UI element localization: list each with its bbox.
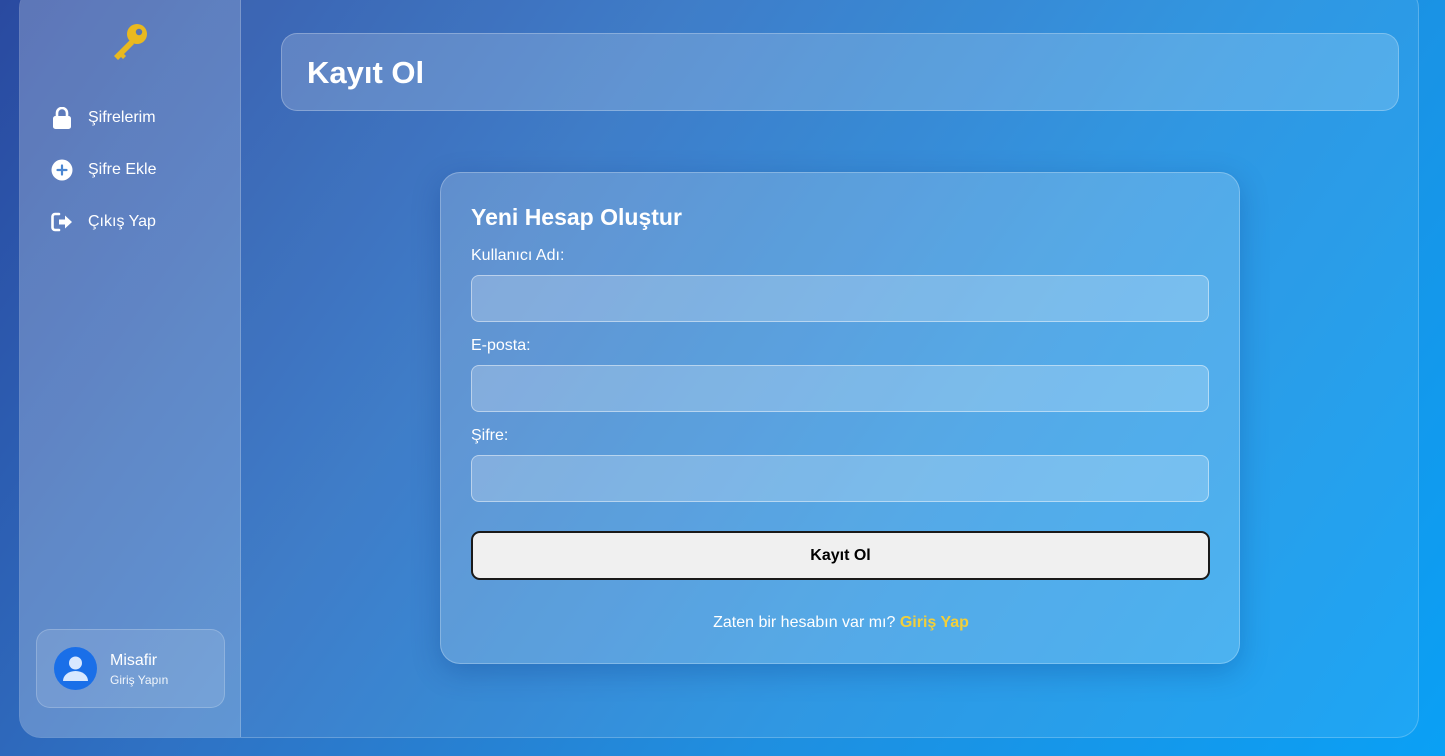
form-title: Yeni Hesap Oluştur bbox=[471, 204, 682, 230]
email-input[interactable] bbox=[471, 365, 1209, 412]
sidebar-item-sifrelerim[interactable]: Şifrelerim bbox=[50, 105, 156, 131]
password-label: Şifre: bbox=[471, 427, 509, 444]
register-card: Yeni Hesap Oluştur Kullanıcı Adı: E-post… bbox=[440, 172, 1240, 664]
sidebar-nav: Şifrelerim Şifre Ekle Çıkış Yap bbox=[50, 105, 156, 261]
user-name: Misafir bbox=[110, 652, 158, 669]
sidebar-item-sifre-ekle[interactable]: Şifre Ekle bbox=[50, 157, 156, 183]
sidebar-item-label: Çıkış Yap bbox=[88, 213, 156, 230]
register-button[interactable]: Kayıt Ol bbox=[471, 531, 1210, 580]
login-prompt: Zaten bir hesabın var mı? Giriş Yap bbox=[441, 614, 1241, 632]
sign-out-icon bbox=[50, 210, 74, 234]
login-link[interactable]: Giriş Yap bbox=[900, 614, 969, 631]
username-label: Kullanıcı Adı: bbox=[471, 247, 565, 264]
lock-icon bbox=[50, 106, 74, 130]
app-window: Şifrelerim Şifre Ekle Çıkış Yap Misafir … bbox=[19, 0, 1419, 738]
password-input[interactable] bbox=[471, 455, 1209, 502]
user-icon bbox=[54, 647, 97, 690]
sidebar-item-label: Şifrelerim bbox=[88, 109, 156, 126]
key-icon bbox=[110, 21, 150, 61]
sidebar-item-cikis-yap[interactable]: Çıkış Yap bbox=[50, 209, 156, 235]
plus-circle-icon bbox=[50, 158, 74, 182]
user-card[interactable]: Misafir Giriş Yapın bbox=[36, 629, 225, 708]
page-header: Kayıt Ol bbox=[281, 33, 1399, 111]
user-subtitle: Giriş Yapın bbox=[110, 673, 169, 687]
sidebar: Şifrelerim Şifre Ekle Çıkış Yap Misafir … bbox=[20, 0, 241, 737]
page-title: Kayıt Ol bbox=[307, 55, 425, 90]
sidebar-item-label: Şifre Ekle bbox=[88, 161, 157, 178]
username-input[interactable] bbox=[471, 275, 1209, 322]
email-label: E-posta: bbox=[471, 337, 531, 354]
login-prompt-text: Zaten bir hesabın var mı? bbox=[713, 614, 896, 631]
